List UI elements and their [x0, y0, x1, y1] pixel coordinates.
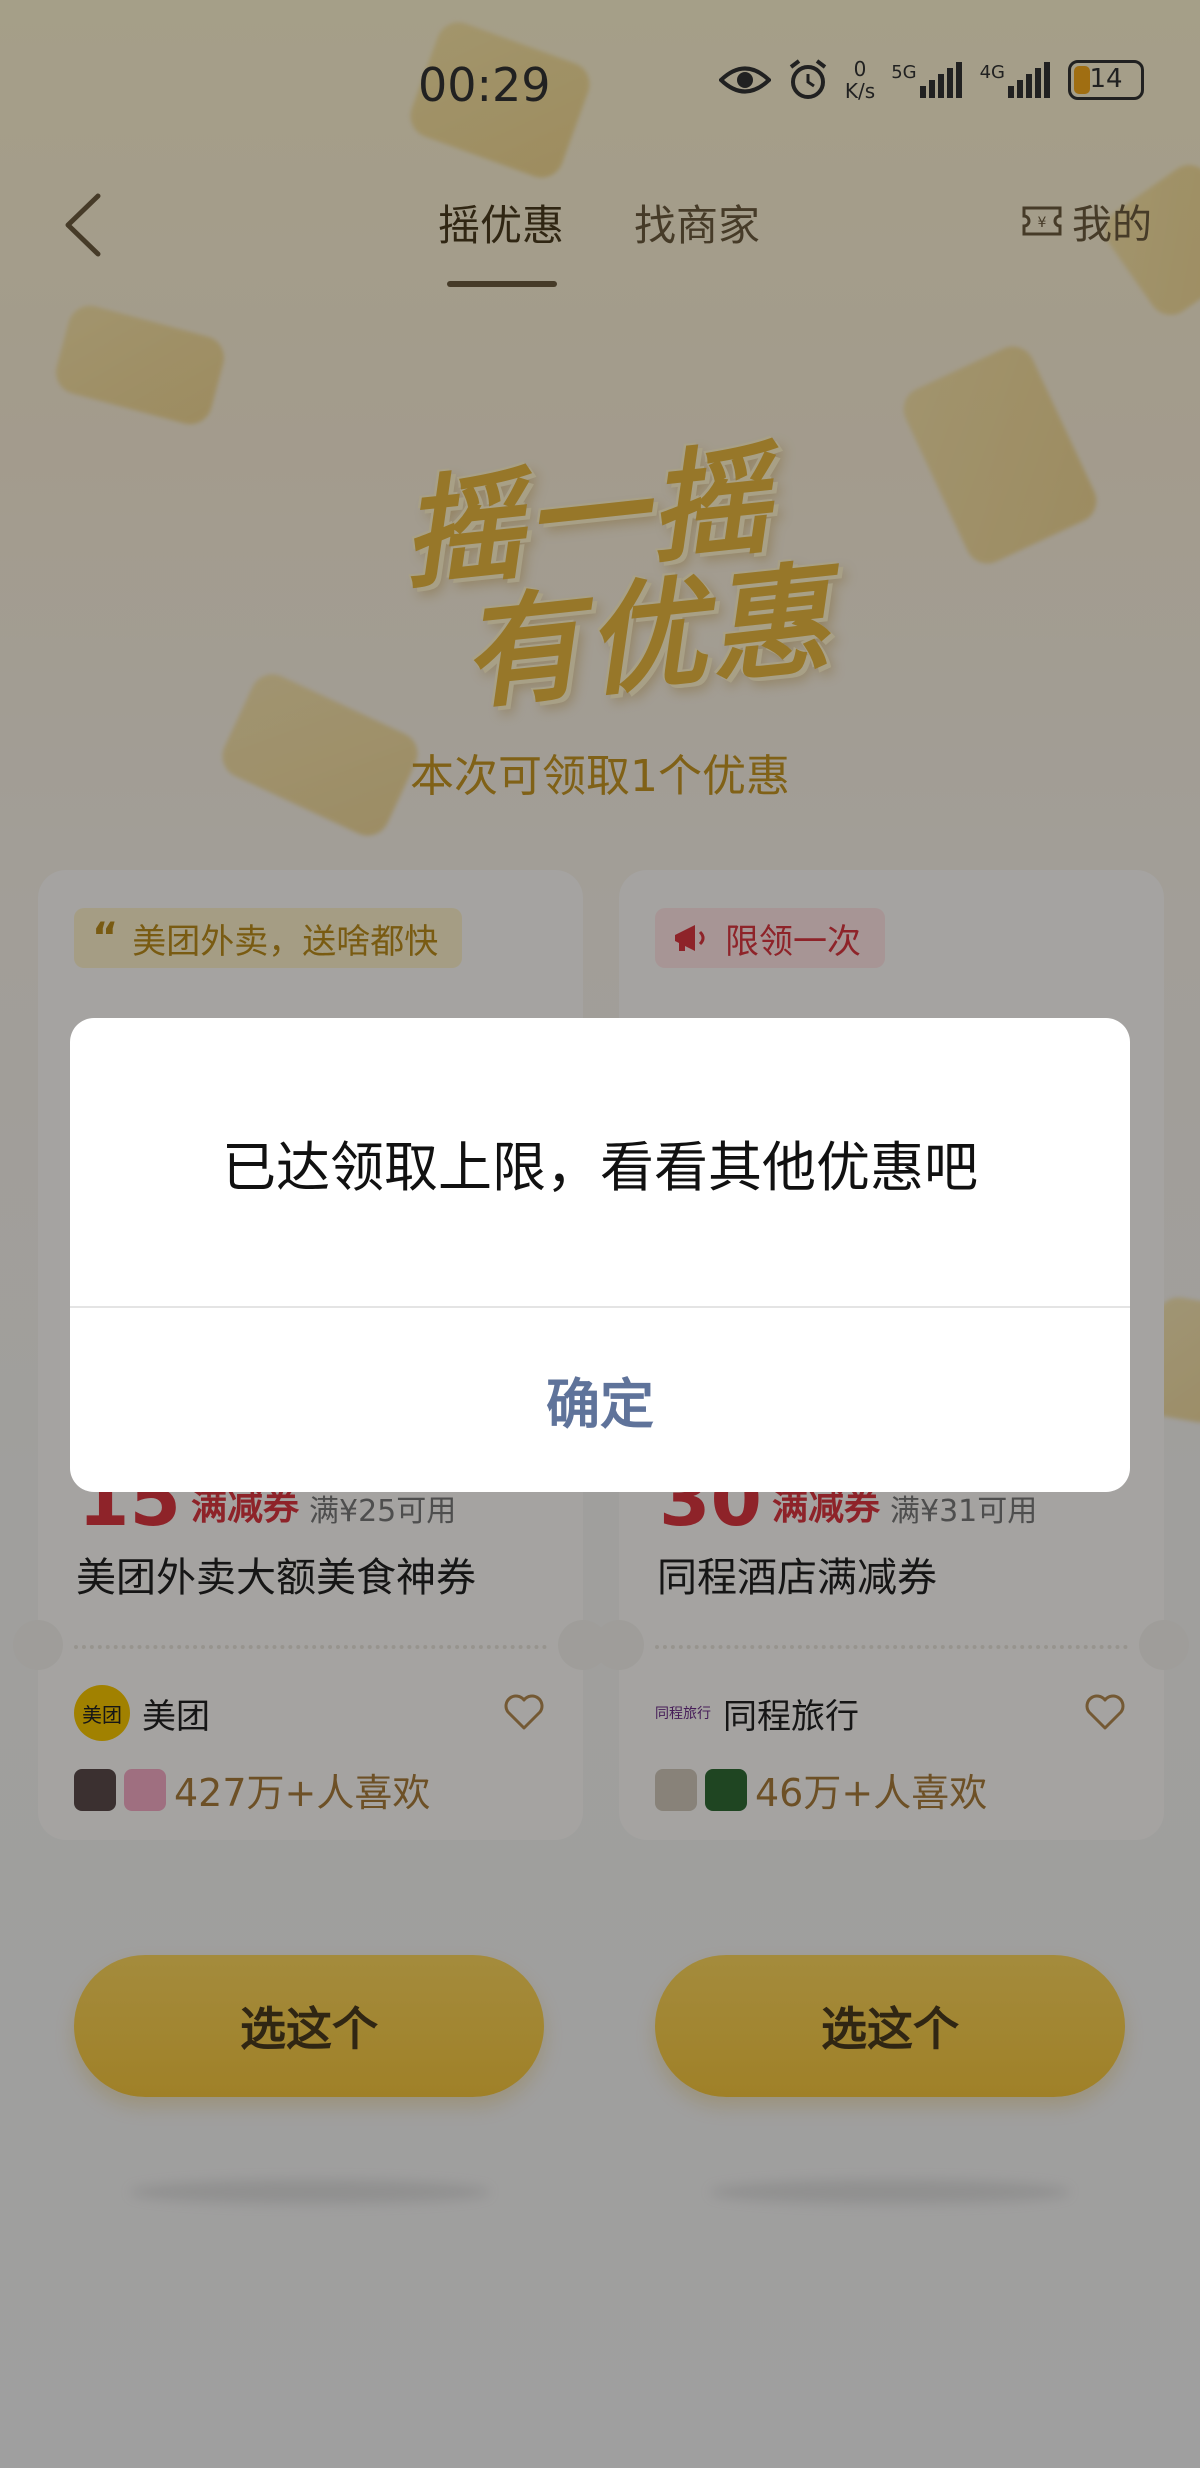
limit-reached-dialog: 已达领取上限，看看其他优惠吧 确定	[70, 1018, 1130, 1492]
confirm-button[interactable]: 确定	[70, 1306, 1130, 1492]
dialog-message: 已达领取上限，看看其他优惠吧	[222, 1136, 978, 1199]
